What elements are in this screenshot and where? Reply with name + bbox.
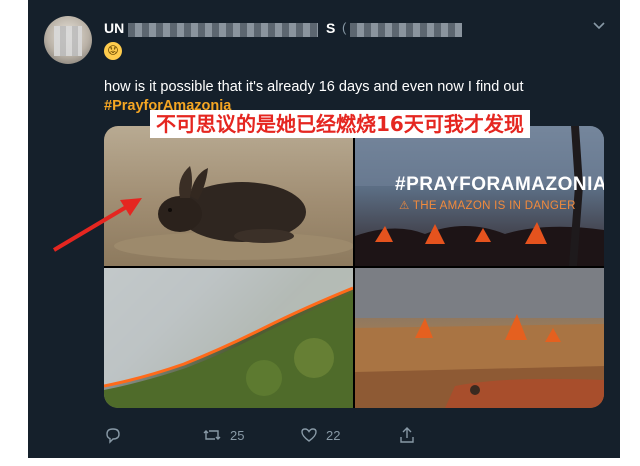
media-grid[interactable]: #PRAYFORAMAZONIA ⚠ THE AMAZON IS IN DANG… xyxy=(104,126,604,408)
name-redaction xyxy=(128,23,318,37)
media-aerial-fire-photo[interactable] xyxy=(104,268,353,408)
tweet-card[interactable]: UN S ( 😟 how is it possible that it's al… xyxy=(28,0,620,458)
grass-fire-image xyxy=(355,268,604,408)
poster-subtitle-text: THE AMAZON IS IN DANGER xyxy=(412,200,576,212)
avatar-blur xyxy=(54,26,82,56)
overlay-caption: 不可思议的是她已经燃烧16天可我才发现 xyxy=(150,110,530,138)
chevron-down-icon[interactable] xyxy=(592,18,606,32)
user-handle[interactable]: ( xyxy=(342,20,346,35)
handle-redaction xyxy=(350,23,462,37)
tweet-text: how is it possible that it's already 16 … xyxy=(104,79,524,95)
heart-icon xyxy=(301,428,317,442)
media-savanna-fire-photo[interactable] xyxy=(355,268,604,408)
retweet-icon xyxy=(203,430,221,440)
reply-icon xyxy=(106,428,120,444)
retweet-count: 25 xyxy=(230,427,245,443)
retweet-button[interactable]: 25 xyxy=(202,424,244,446)
like-count: 22 xyxy=(326,427,341,443)
tweet-actions: 25 22 xyxy=(104,424,584,446)
share-button[interactable] xyxy=(398,424,416,446)
poster-subtitle: ⚠ THE AMAZON IS IN DANGER xyxy=(399,198,576,212)
forest-fire-poster-image xyxy=(355,126,604,266)
share-icon xyxy=(400,427,414,443)
aerial-fire-image xyxy=(104,268,353,408)
display-name-tail: S xyxy=(326,20,336,36)
media-poster[interactable]: #PRAYFORAMAZONIA ⚠ THE AMAZON IS IN DANG… xyxy=(355,126,604,266)
avatar[interactable] xyxy=(44,16,92,64)
warning-icon: ⚠ xyxy=(399,200,410,212)
worried-face-emoji: 😟 xyxy=(104,42,122,60)
user-info: UN S ( xyxy=(104,20,574,40)
reply-button[interactable] xyxy=(104,424,122,446)
red-arrow-annotation xyxy=(52,198,142,252)
like-button[interactable]: 22 xyxy=(300,424,340,446)
poster-title: #PRAYFORAMAZONIA xyxy=(395,174,604,195)
display-name[interactable]: UN xyxy=(104,20,124,36)
